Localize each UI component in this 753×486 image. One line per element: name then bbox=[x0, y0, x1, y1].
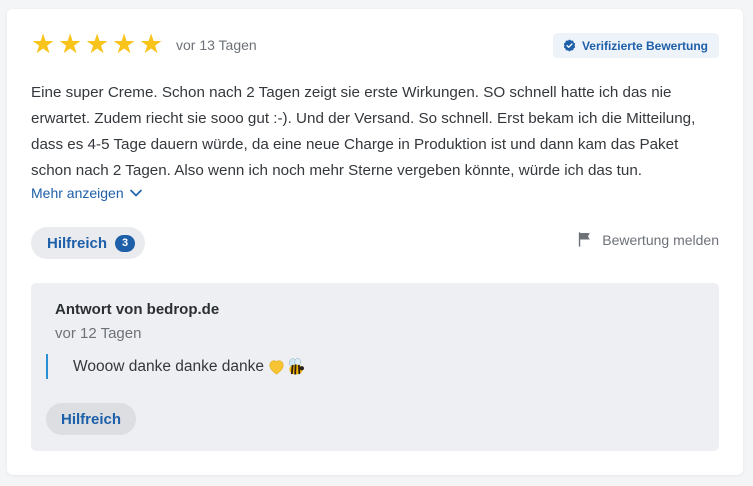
reply-text-block: Wooow danke danke danke bbox=[46, 354, 306, 379]
review-date: vor 13 Tagen bbox=[176, 37, 257, 53]
helpful-label: Hilfreich bbox=[47, 234, 108, 252]
flag-icon bbox=[579, 232, 591, 247]
chevron-down-icon bbox=[129, 189, 142, 197]
verified-badge: Verifizierte Bewertung bbox=[552, 33, 719, 58]
reply-helpful-button[interactable]: Hilfreich bbox=[46, 403, 137, 435]
honeybee-icon bbox=[289, 357, 305, 375]
review-text: Eine super Creme. Schon nach 2 Tagen zei… bbox=[31, 84, 696, 179]
star-rating: ★ ★ ★ ★ ★ bbox=[31, 29, 164, 60]
review-card: ★ ★ ★ ★ ★ vor 13 Tagen Verifizierte Bewe… bbox=[7, 9, 743, 475]
reply-text: Wooow danke danke danke bbox=[73, 357, 265, 375]
report-label: Bewertung melden bbox=[602, 231, 719, 248]
review-header: ★ ★ ★ ★ ★ vor 13 Tagen bbox=[31, 31, 257, 59]
star-icon: ★ bbox=[85, 29, 110, 60]
helpful-button[interactable]: Hilfreich 3 bbox=[31, 227, 146, 259]
star-icon: ★ bbox=[58, 29, 83, 60]
helpful-count-badge: 3 bbox=[115, 234, 136, 252]
yellow-heart-icon bbox=[269, 359, 284, 374]
reply-date: vor 12 Tagen bbox=[55, 325, 142, 342]
star-icon: ★ bbox=[112, 29, 137, 60]
show-more-link[interactable]: Mehr anzeigen bbox=[31, 185, 142, 201]
merchant-reply: Antwort von bedrop.de vor 12 Tagen Wooow… bbox=[31, 283, 719, 451]
verified-check-icon bbox=[563, 39, 576, 52]
star-icon: ★ bbox=[139, 29, 164, 60]
verified-label: Verifizierte Bewertung bbox=[581, 38, 708, 53]
show-more-label: Mehr anzeigen bbox=[31, 185, 124, 201]
report-review-button[interactable]: Bewertung melden bbox=[576, 231, 719, 248]
reply-author: Antwort von bedrop.de bbox=[55, 301, 220, 318]
star-icon: ★ bbox=[31, 29, 56, 60]
